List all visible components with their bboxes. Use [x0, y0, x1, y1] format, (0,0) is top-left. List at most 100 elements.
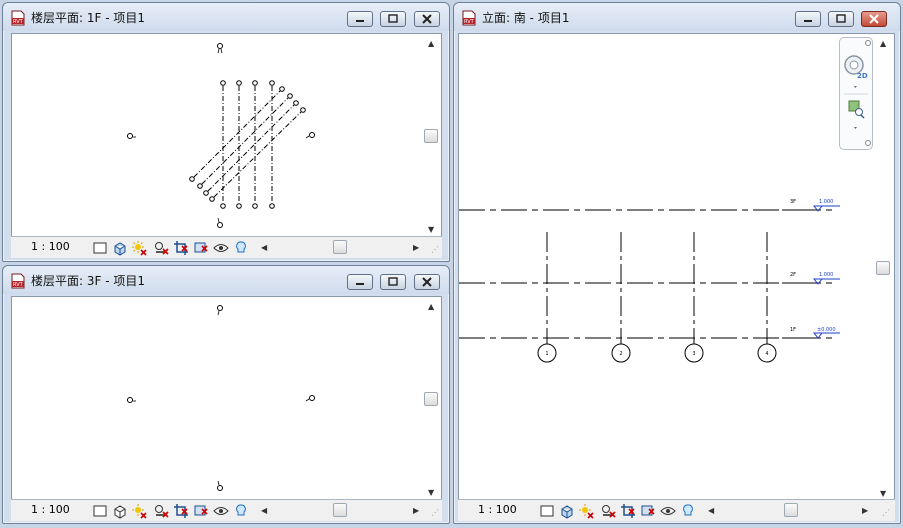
temporary-hide-icon[interactable] [213, 503, 229, 519]
crop-view-icon[interactable] [620, 503, 636, 519]
reveal-hidden-icon[interactable] [233, 240, 249, 256]
h-scroll-left-arrow[interactable]: ◀ [261, 506, 267, 516]
h-scroll-thumb[interactable] [784, 503, 798, 517]
vertical-grid-lines[interactable] [222, 86, 273, 203]
resize-grip[interactable]: ⋰ [431, 245, 439, 254]
elevation-marker-north[interactable] [217, 43, 223, 54]
elevation-marker-east[interactable] [305, 132, 315, 139]
vertical-scrollbar[interactable]: ▲ ▼ [876, 37, 891, 501]
view-scale[interactable]: 1 : 100 [478, 503, 517, 516]
diagonal-grid-lines[interactable] [193, 90, 302, 198]
close-button[interactable] [414, 274, 440, 290]
scroll-down-arrow[interactable]: ▼ [428, 225, 434, 235]
scroll-up-arrow[interactable]: ▲ [428, 302, 434, 312]
title-bar[interactable]: RVT 楼层平面: 1F - 项目1 [3, 3, 449, 31]
level-head-3f[interactable]: 3F 1.000 [782, 199, 840, 212]
drawing-area[interactable] [11, 296, 442, 503]
elevation-marker-west[interactable] [127, 397, 137, 403]
show-crop-region-icon[interactable] [193, 503, 209, 519]
minimize-button[interactable] [347, 274, 373, 290]
sun-path-icon[interactable] [578, 503, 594, 519]
reveal-hidden-icon[interactable] [233, 503, 249, 519]
drawing-area[interactable] [11, 33, 442, 240]
level-head-1f[interactable]: 1F ±0.000 [782, 327, 840, 339]
restore-button[interactable] [380, 274, 406, 290]
crop-view-icon[interactable] [173, 503, 189, 519]
shadows-icon[interactable] [153, 240, 169, 256]
scroll-thumb[interactable] [876, 261, 890, 275]
title-bar[interactable]: RVT 楼层平面: 3F - 项目1 [3, 266, 449, 294]
h-scroll-thumb[interactable] [333, 240, 347, 254]
svg-text:3: 3 [692, 351, 695, 357]
scroll-up-arrow[interactable]: ▲ [880, 39, 886, 49]
elevation-marker-west[interactable] [127, 133, 137, 139]
resize-grip[interactable]: ⋰ [882, 508, 890, 517]
h-scroll-left-arrow[interactable]: ◀ [708, 506, 714, 516]
elevation-marker-south[interactable] [217, 480, 223, 491]
restore-button[interactable] [828, 11, 854, 27]
nav-options-icon[interactable] [865, 140, 871, 146]
temporary-hide-icon[interactable] [213, 240, 229, 256]
resize-grip[interactable]: ⋰ [431, 508, 439, 517]
grid-head-4[interactable]: 4 [757, 343, 777, 363]
h-scroll-thumb[interactable] [333, 503, 347, 517]
scroll-up-arrow[interactable]: ▲ [428, 39, 434, 49]
restore-button[interactable] [380, 11, 406, 27]
crop-view-icon[interactable] [173, 240, 189, 256]
vertical-scrollbar[interactable]: ▲ ▼ [424, 300, 439, 500]
shadows-icon[interactable] [600, 503, 616, 519]
grid-lines[interactable] [546, 232, 768, 344]
plan-1f-window[interactable]: RVT 楼层平面: 1F - 项目1 ▲ ▼ 1: 100 ◀ ▶ ⋰ [2, 2, 450, 262]
chevron-down-icon[interactable] [854, 86, 857, 88]
grid-head-2[interactable]: 2 [611, 343, 631, 363]
plan-3f-window[interactable]: RVT 楼层平面: 3F - 项目1 ▲ ▼ 1: 100 ◀ ▶ ⋰ [2, 265, 450, 524]
restore-icon [836, 14, 846, 23]
minimize-button[interactable] [795, 11, 821, 27]
close-button[interactable] [861, 11, 887, 27]
temporary-hide-icon[interactable] [660, 503, 676, 519]
show-crop-region-icon[interactable] [640, 503, 656, 519]
scroll-down-arrow[interactable]: ▼ [428, 488, 434, 498]
h-scroll-left-arrow[interactable]: ◀ [261, 243, 267, 253]
visual-style-icon[interactable] [112, 240, 128, 256]
visual-style-icon[interactable] [559, 503, 575, 519]
title-bar[interactable]: RVT 立面: 南 - 项目1 [454, 3, 900, 31]
elevation-south-window[interactable]: RVT 立面: 南 - 项目1 1 2 3 4 3F 1.000 2F 1.00… [453, 2, 901, 524]
vertical-scrollbar[interactable]: ▲ ▼ [424, 37, 439, 237]
elevation-marker-north[interactable] [217, 305, 223, 316]
close-button[interactable] [414, 11, 440, 27]
detail-level-icon[interactable] [539, 503, 555, 519]
sun-path-icon[interactable] [131, 503, 147, 519]
view-scale[interactable]: 1 : 100 [31, 503, 70, 516]
zoom-region-icon[interactable] [848, 100, 865, 119]
h-scroll-right-arrow[interactable]: ▶ [413, 243, 419, 253]
svg-text:RVT: RVT [13, 282, 24, 288]
view-scale[interactable]: 1 : 100 [31, 240, 70, 253]
chevron-down-icon[interactable] [854, 127, 857, 129]
visual-style-icon[interactable] [112, 503, 128, 519]
view-control-bar: 1 : 100 ◀ ▶ ⋰ [11, 236, 442, 258]
h-scroll-right-arrow[interactable]: ▶ [413, 506, 419, 516]
elevation-drawing: 1 2 3 4 3F 1.000 2F 1.000 1F ±0.000 [459, 199, 840, 363]
sun-path-icon[interactable] [131, 240, 147, 256]
show-crop-region-icon[interactable] [193, 240, 209, 256]
detail-level-icon[interactable] [92, 503, 108, 519]
grid-head-1[interactable]: 1 [537, 343, 557, 363]
navigation-bar[interactable]: 2D [839, 37, 873, 150]
level-lines[interactable] [459, 209, 837, 339]
detail-level-icon[interactable] [92, 240, 108, 256]
grid-head-3[interactable]: 3 [684, 343, 704, 363]
minimize-button[interactable] [347, 11, 373, 27]
scroll-down-arrow[interactable]: ▼ [880, 489, 886, 499]
drawing-area[interactable]: 1 2 3 4 3F 1.000 2F 1.000 1F ±0.000 [458, 33, 895, 504]
h-scroll-right-arrow[interactable]: ▶ [862, 506, 868, 516]
steering-wheel-icon[interactable]: 2D [844, 55, 868, 80]
shadows-icon[interactable] [153, 503, 169, 519]
scroll-thumb[interactable] [424, 129, 438, 143]
scroll-thumb[interactable] [424, 392, 438, 406]
reveal-hidden-icon[interactable] [680, 503, 696, 519]
nav-close-icon[interactable] [865, 40, 871, 46]
elevation-marker-south[interactable] [217, 217, 223, 228]
level-head-2f[interactable]: 2F 1.000 [782, 272, 840, 285]
elevation-marker-east[interactable] [305, 395, 315, 402]
